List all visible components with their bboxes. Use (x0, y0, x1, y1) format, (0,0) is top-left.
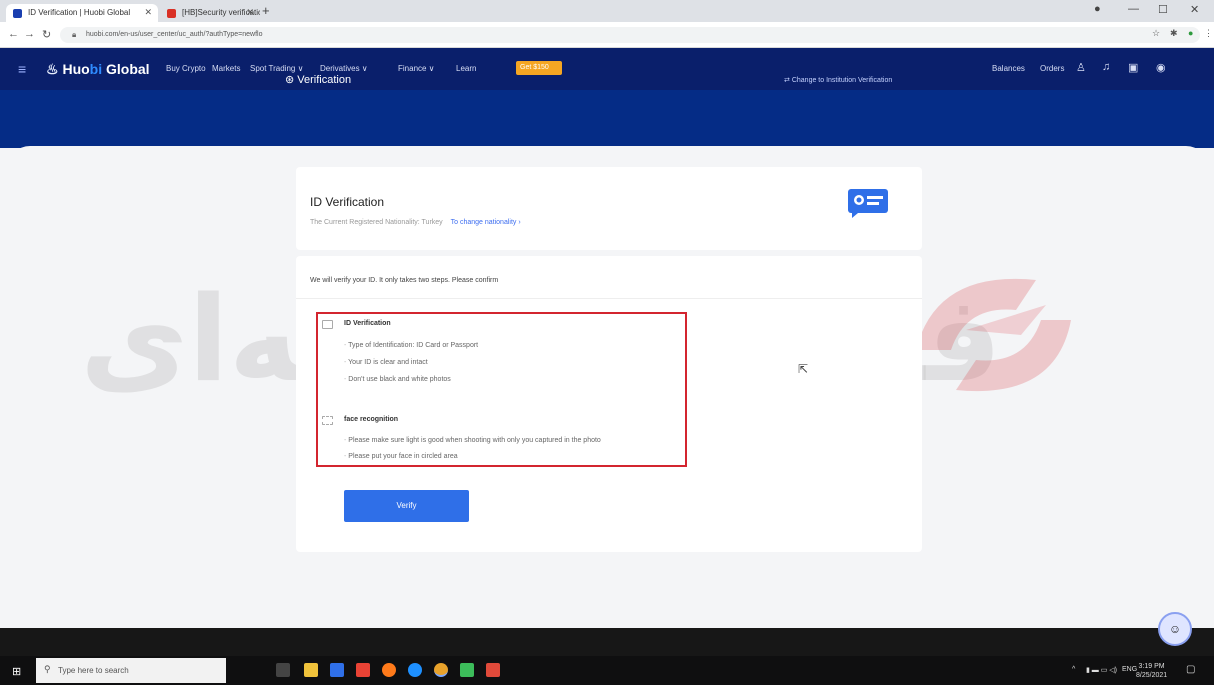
section-title-id: ID Verification (344, 320, 391, 327)
address-bar-row: ← → ↻ 🔒︎ huobi.com/en-us/user_center/uc_… (0, 22, 1214, 48)
download-icon[interactable]: ▣ (1128, 61, 1138, 74)
nationality-row: The Current Registered Nationality: Turk… (310, 219, 521, 226)
divider (296, 298, 922, 299)
windows-start-icon[interactable]: ⊞ (12, 665, 21, 678)
watermark-logo-icon (916, 278, 1071, 392)
nav-derivatives[interactable]: Derivatives ∨ (320, 64, 368, 73)
notification-center-icon[interactable]: ▢ (1186, 664, 1195, 675)
card-title: ID Verification (310, 195, 385, 209)
face-scan-icon (322, 416, 333, 425)
forward-icon[interactable]: → (24, 28, 35, 40)
back-icon[interactable]: ← (8, 28, 19, 40)
language-indicator[interactable]: ENG (1122, 666, 1137, 673)
id-card-icon (848, 189, 888, 218)
list-item: Don't use black and white photos (344, 376, 451, 383)
id-verification-card: ID Verification The Current Registered N… (296, 167, 922, 250)
language-globe-icon[interactable]: ◉ (1156, 61, 1166, 74)
search-icon: ⚲ (44, 664, 51, 674)
nav-buy-crypto[interactable]: Buy Crypto (166, 64, 206, 73)
taskbar-clock[interactable]: 3:19 PM 8/25/2021 (1136, 662, 1167, 680)
star-icon[interactable]: ☆ (1152, 28, 1160, 39)
hamburger-menu-icon[interactable]: ≡ (18, 61, 26, 77)
list-item: Please put your face in circled area (344, 453, 457, 460)
browser-tab-bar: ID Verification | Huobi Global ✕ [HB]Sec… (0, 0, 1214, 22)
top-navigation: ≡ ♨︎ Huobi Global Buy Crypto Markets Spo… (0, 48, 1214, 90)
windows-taskbar: ⊞ ⚲ Type here to search ^ ▮ ▬ ▭ ◁) ENG 3… (0, 656, 1214, 685)
browser-tab[interactable]: [HB]Security verification - phar ✕ (160, 4, 260, 22)
search-placeholder: Type here to search (58, 666, 129, 675)
chrome-icon[interactable] (434, 663, 448, 677)
camtasia-icon[interactable] (460, 663, 474, 677)
extensions-icon[interactable]: ✱ (1170, 28, 1178, 39)
file-explorer-icon[interactable] (304, 663, 318, 677)
verify-button[interactable]: Verify (344, 490, 469, 522)
page-title: ⊛ Verification (285, 73, 351, 86)
tray-apps-icon[interactable]: ▮ ▬ ▭ ◁) (1086, 666, 1117, 674)
list-item: Please make sure light is good when shoo… (344, 437, 601, 444)
site-favicon-icon (13, 9, 22, 18)
intro-text: We will verify your ID. It only takes tw… (310, 277, 499, 284)
flame-icon: ♨︎ (46, 61, 59, 77)
list-item: Type of Identification: ID Card or Passp… (344, 342, 478, 349)
section-title-face: face recognition (344, 416, 399, 423)
firefox-icon[interactable] (382, 663, 396, 677)
institution-verification-link[interactable]: ⇄ Change to Institution Verification (784, 76, 892, 84)
nav-balances[interactable]: Balances (992, 64, 1025, 73)
switch-icon: ⇄ (784, 77, 790, 84)
verification-steps-card: We will verify your ID. It only takes tw… (296, 256, 922, 552)
change-nationality-link[interactable]: To change nationality › (451, 219, 521, 226)
tray-chevron-icon[interactable]: ^ (1072, 666, 1075, 673)
close-tab-icon[interactable]: ✕ (144, 7, 152, 18)
url-input[interactable]: 🔒︎ huobi.com/en-us/user_center/uc_auth/?… (60, 27, 1200, 43)
promo-badge[interactable]: Get $150 (516, 61, 562, 75)
reload-icon[interactable]: ↻ (42, 28, 51, 41)
logo-accent-text: bi (89, 61, 103, 77)
task-view-icon[interactable] (276, 663, 290, 677)
close-window-button[interactable]: ✕ (1190, 3, 1199, 16)
url-text: huobi.com/en-us/user_center/uc_auth/?aut… (86, 31, 263, 38)
user-icon[interactable]: ♙ (1076, 61, 1086, 74)
kebab-menu-icon[interactable]: ⋮ (1204, 28, 1213, 39)
nationality-text: The Current Registered Nationality: Turk… (310, 219, 443, 226)
nav-learn[interactable]: Learn (456, 64, 476, 73)
browser-tab-active[interactable]: ID Verification | Huobi Global ✕ (6, 4, 158, 22)
nav-orders[interactable]: Orders (1040, 64, 1064, 73)
nav-markets[interactable]: Markets (212, 64, 240, 73)
logo-suffix-text: Global (102, 61, 150, 77)
maximize-button[interactable]: ☐ (1158, 3, 1168, 16)
mouse-cursor-icon: ⇱ (798, 362, 809, 376)
taskbar-search-input[interactable]: ⚲ Type here to search (36, 658, 226, 683)
office-icon[interactable] (356, 663, 370, 677)
clock-time: 3:19 PM (1138, 663, 1165, 670)
list-item: Your ID is clear and intact (344, 359, 428, 366)
bell-icon[interactable]: ♫ (1102, 61, 1110, 73)
id-card-small-icon (322, 320, 333, 329)
nav-spot-trading[interactable]: Spot Trading ∨ (250, 64, 303, 73)
logo-text: Huo (62, 61, 90, 77)
huobi-logo[interactable]: ♨︎ Huobi Global (46, 61, 150, 78)
verification-badge-icon: ⊛ (285, 74, 295, 86)
new-tab-button[interactable]: + (262, 3, 270, 18)
recorder-icon[interactable] (486, 663, 500, 677)
profile-dot-icon[interactable]: ● (1094, 3, 1101, 15)
page-title-text: Verification (297, 74, 352, 86)
lock-icon: 🔒︎ (72, 30, 77, 39)
site-header: ≡ ♨︎ Huobi Global Buy Crypto Markets Spo… (0, 48, 1214, 148)
gmail-favicon-icon (167, 9, 176, 18)
clock-date: 8/25/2021 (1136, 672, 1168, 679)
chat-support-icon[interactable]: ☺ (1158, 612, 1192, 646)
tab-label: ID Verification | Huobi Global (28, 8, 131, 17)
minimize-button[interactable]: — (1128, 3, 1139, 15)
page-footer (0, 628, 1214, 656)
mail-icon[interactable] (330, 663, 344, 677)
institution-link-text: Change to Institution Verification (791, 77, 893, 84)
profile-avatar-icon[interactable]: ● (1188, 28, 1193, 38)
close-tab-icon[interactable]: ✕ (246, 7, 254, 18)
nav-finance[interactable]: Finance ∨ (398, 64, 435, 73)
edge-icon[interactable] (408, 663, 422, 677)
